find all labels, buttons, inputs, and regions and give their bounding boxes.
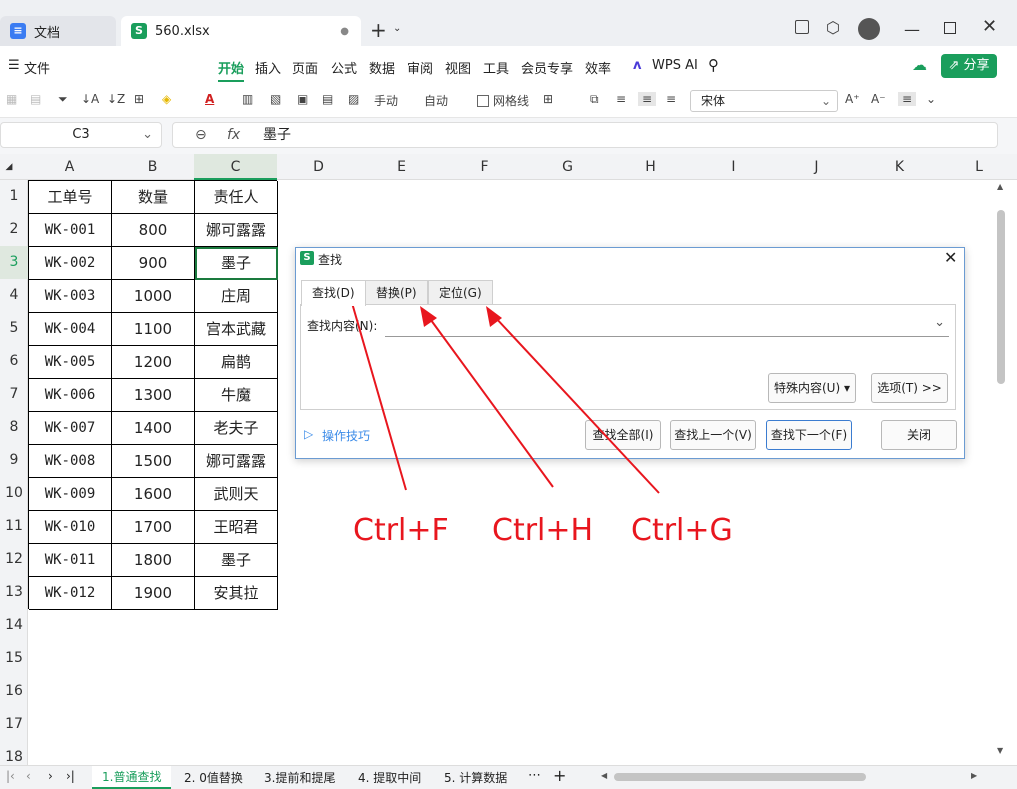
arrow-ctrl-h [427, 315, 554, 488]
annotation-ctrl-h: Ctrl+H [492, 513, 594, 548]
first-sheet-icon[interactable]: |‹ [6, 769, 15, 783]
scroll-left-icon[interactable]: ◀ [601, 771, 607, 780]
sheet-tab[interactable]: 3.提前和提尾 [264, 769, 335, 786]
arrow-head [486, 306, 502, 327]
sheet-tabs-bar: |‹ ‹ › ›| 1.普通查找 2. 0值替换 3.提前和提尾 4. 提取中间… [0, 765, 1017, 789]
last-sheet-icon[interactable]: ›| [66, 769, 75, 783]
annotation-ctrl-f: Ctrl+F [353, 513, 449, 548]
arrow-ctrl-g [493, 315, 660, 494]
sheet-tab[interactable]: 2. 0值替换 [184, 769, 243, 786]
scroll-right-icon[interactable]: ▶ [971, 771, 977, 780]
sheet-tab[interactable]: 5. 计算数据 [444, 769, 507, 786]
arrow-ctrl-f [349, 295, 407, 491]
annotation-ctrl-g: Ctrl+G [631, 513, 733, 548]
sheet-tab[interactable]: 4. 提取中间 [358, 769, 421, 786]
more-sheets-icon[interactable]: ⋯ [528, 768, 541, 783]
add-sheet-icon[interactable]: + [553, 766, 566, 785]
annotation-arrows [343, 284, 660, 494]
horizontal-scroll-thumb[interactable] [614, 773, 866, 781]
prev-sheet-icon[interactable]: ‹ [26, 769, 31, 783]
next-sheet-icon[interactable]: › [48, 769, 53, 783]
sheet-tab-active[interactable]: 1.普通查找 [92, 766, 172, 789]
tab-find[interactable]: 查找(D) [301, 280, 366, 306]
